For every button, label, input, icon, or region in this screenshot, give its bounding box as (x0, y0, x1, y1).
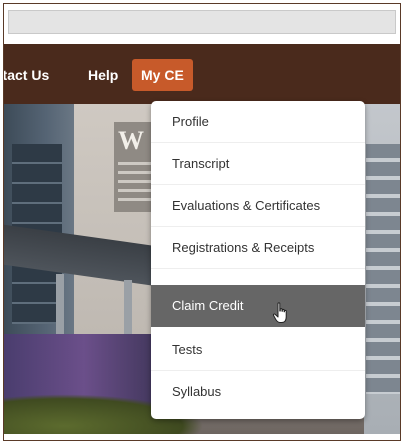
menu-item-evaluations-certificates[interactable]: Evaluations & Certificates (151, 185, 365, 227)
nav-help[interactable]: Help (88, 59, 118, 91)
hand-pointer-icon (272, 302, 287, 323)
menu-item-profile[interactable]: Profile (151, 101, 365, 143)
browser-top-bar (4, 4, 400, 40)
building-sign-letter: W (118, 126, 144, 155)
nav-my-ce[interactable]: My CE (132, 59, 193, 91)
menu-item-tests[interactable]: Tests (151, 329, 365, 371)
my-ce-dropdown-menu: Profile Transcript Evaluations & Certifi… (151, 101, 365, 419)
menu-item-claim-credit[interactable]: Claim Credit (151, 285, 365, 327)
building-right-windows (366, 144, 400, 394)
main-navbar: ntact Us Help My CE (4, 44, 400, 104)
menu-item-registrations-receipts[interactable]: Registrations & Receipts (151, 227, 365, 269)
menu-item-syllabus[interactable]: Syllabus (151, 371, 365, 413)
menu-item-transcript[interactable]: Transcript (151, 143, 365, 185)
nav-contact-us[interactable]: ntact Us (4, 59, 49, 91)
address-bar[interactable] (8, 10, 396, 34)
